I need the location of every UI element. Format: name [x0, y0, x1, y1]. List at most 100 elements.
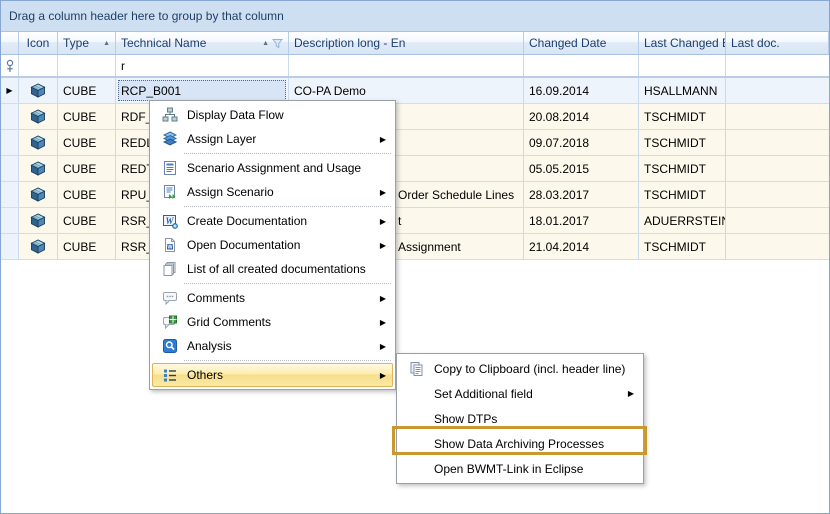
column-header-last-changed-by[interactable]: Last Changed By [639, 32, 726, 54]
column-label: Type [63, 36, 89, 50]
context-menu: Display Data Flow Assign Layer ▶ Scenari… [149, 100, 396, 390]
changed-date-cell[interactable]: 20.08.2014 [524, 104, 639, 129]
last-doc-cell[interactable] [726, 130, 829, 155]
menu-separator [184, 360, 391, 361]
filter-cell-last-changed-by[interactable] [639, 55, 726, 76]
copy-clipboard-icon [404, 361, 430, 377]
type-cell[interactable]: CUBE [58, 182, 116, 207]
menu-item-open-documentation[interactable]: W Open Documentation ▶ [152, 233, 393, 257]
column-label: Last doc. [731, 36, 780, 50]
row-indicator-cell [1, 208, 19, 233]
changed-date-cell[interactable]: 05.05.2015 [524, 156, 639, 181]
cube-icon [19, 182, 58, 207]
header-indicator-cell [1, 32, 19, 54]
column-label: Description long - En [294, 36, 405, 50]
cube-icon [19, 208, 58, 233]
last-doc-cell[interactable] [726, 78, 829, 103]
filter-cell-description[interactable] [289, 55, 524, 76]
column-label: Icon [27, 36, 50, 50]
submenu-arrow-icon: ▶ [380, 135, 388, 144]
analysis-icon [157, 338, 183, 354]
filter-cell-last-doc[interactable] [726, 55, 829, 76]
menu-item-open-bwmt-link-in-eclipse[interactable]: Open BWMT-Link in Eclipse [399, 456, 641, 481]
table-row[interactable]: CUBE REDL_ 09.07.2018 TSCHMIDT [1, 130, 829, 156]
table-row[interactable]: CUBE REDT_ 05.05.2015 TSCHMIDT [1, 156, 829, 182]
menu-item-list-of-all-created-documentations[interactable]: List of all created documentations [152, 257, 393, 281]
last-doc-cell[interactable] [726, 156, 829, 181]
menu-item-grid-comments[interactable]: Grid Comments ▶ [152, 310, 393, 334]
filter-input-technical-name[interactable]: r [116, 55, 289, 76]
table-row[interactable]: ▶ CUBE RCP_B001 CO-PA Demo 16.09.2014 HS… [1, 78, 829, 104]
sort-asc-icon: ▲ [262, 40, 269, 47]
changed-date-cell[interactable]: 18.01.2017 [524, 208, 639, 233]
menu-item-display-data-flow[interactable]: Display Data Flow [152, 103, 393, 127]
submenu-arrow-icon: ▶ [380, 294, 388, 303]
focused-cell[interactable]: RCP_B001 [118, 80, 286, 101]
last-changed-by-cell[interactable]: TSCHMIDT [639, 104, 726, 129]
column-header-changed-date[interactable]: Changed Date [524, 32, 639, 54]
last-changed-by-cell[interactable]: TSCHMIDT [639, 156, 726, 181]
filter-funnel-icon[interactable] [272, 38, 283, 49]
table-row[interactable]: CUBE RDF_C 20.08.2014 TSCHMIDT [1, 104, 829, 130]
changed-date-cell[interactable]: 09.07.2018 [524, 130, 639, 155]
menu-item-analysis[interactable]: Analysis ▶ [152, 334, 393, 358]
filter-pin-icon[interactable] [1, 55, 19, 76]
group-by-panel[interactable]: Drag a column header here to group by th… [1, 1, 829, 32]
filter-cell-type[interactable] [58, 55, 116, 76]
svg-text:W: W [167, 245, 173, 251]
menu-item-create-documentation[interactable]: W Create Documentation ▶ [152, 209, 393, 233]
menu-separator [184, 153, 391, 154]
menu-item-assign-scenario[interactable]: Assign Scenario ▶ [152, 180, 393, 204]
submenu-arrow-icon: ▶ [628, 389, 636, 398]
grid-header-row: Icon Type ▲ Technical Name ▲ Description… [1, 32, 829, 55]
cube-icon [19, 234, 58, 259]
last-changed-by-cell[interactable]: TSCHMIDT [639, 182, 726, 207]
type-cell[interactable]: CUBE [58, 156, 116, 181]
last-doc-cell[interactable] [726, 234, 829, 259]
column-header-icon[interactable]: Icon [19, 32, 58, 54]
menu-item-copy-to-clipboard[interactable]: Copy to Clipboard (incl. header line) [399, 356, 641, 381]
filter-cell-icon[interactable] [19, 55, 58, 76]
cube-icon [19, 156, 58, 181]
type-cell[interactable]: CUBE [58, 234, 116, 259]
last-changed-by-cell[interactable]: HSALLMANN [639, 78, 726, 103]
column-header-last-doc[interactable]: Last doc. [726, 32, 829, 54]
table-row[interactable]: CUBE RPU_B Order Schedule Lines 28.03.20… [1, 182, 829, 208]
submenu-arrow-icon: ▶ [380, 371, 388, 380]
column-header-technical-name[interactable]: Technical Name ▲ [116, 32, 289, 54]
last-doc-cell[interactable] [726, 182, 829, 207]
cube-icon [19, 78, 58, 103]
list-documentations-icon [157, 261, 183, 277]
table-row[interactable]: CUBE RSR_B t 18.01.2017 ADUERRSTEIN [1, 208, 829, 234]
create-documentation-icon: W [157, 213, 183, 229]
submenu-arrow-icon: ▶ [380, 342, 388, 351]
filter-cell-changed-date[interactable] [524, 55, 639, 76]
scenario-assignment-icon [157, 160, 183, 176]
column-header-type[interactable]: Type ▲ [58, 32, 116, 54]
last-changed-by-cell[interactable]: ADUERRSTEIN [639, 208, 726, 233]
filter-value: r [121, 59, 125, 73]
changed-date-cell[interactable]: 16.09.2014 [524, 78, 639, 103]
type-cell[interactable]: CUBE [58, 208, 116, 233]
type-cell[interactable]: CUBE [58, 130, 116, 155]
table-row[interactable]: CUBE RSR_B Assignment 21.04.2014 TSCHMID… [1, 234, 829, 260]
row-indicator-cell [1, 130, 19, 155]
menu-item-set-additional-field[interactable]: Set Additional field ▶ [399, 381, 641, 406]
type-cell[interactable]: CUBE [58, 78, 116, 103]
changed-date-cell[interactable]: 28.03.2017 [524, 182, 639, 207]
submenu-arrow-icon: ▶ [380, 188, 388, 197]
column-header-description[interactable]: Description long - En [289, 32, 524, 54]
menu-item-others[interactable]: Others ▶ [152, 363, 393, 387]
menu-item-assign-layer[interactable]: Assign Layer ▶ [152, 127, 393, 151]
last-changed-by-cell[interactable]: TSCHMIDT [639, 234, 726, 259]
menu-item-scenario-assignment-and-usage[interactable]: Scenario Assignment and Usage [152, 156, 393, 180]
sort-asc-icon: ▲ [99, 40, 110, 47]
assign-scenario-icon [157, 184, 183, 200]
changed-date-cell[interactable]: 21.04.2014 [524, 234, 639, 259]
type-cell[interactable]: CUBE [58, 104, 116, 129]
last-changed-by-cell[interactable]: TSCHMIDT [639, 130, 726, 155]
last-doc-cell[interactable] [726, 208, 829, 233]
highlight-annotation-box [392, 426, 647, 455]
menu-item-comments[interactable]: Comments ▶ [152, 286, 393, 310]
last-doc-cell[interactable] [726, 104, 829, 129]
